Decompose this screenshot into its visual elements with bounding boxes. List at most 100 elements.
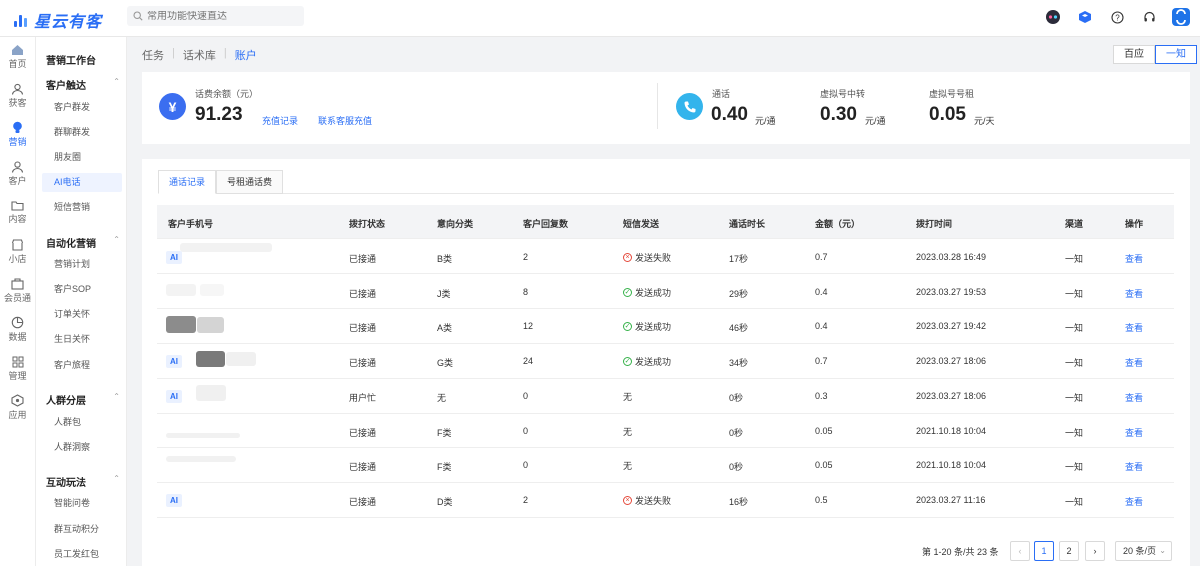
lightbulb-icon — [13, 121, 22, 133]
tab-scripts[interactable]: 话术库 — [183, 47, 216, 63]
rate-call-label: 通话 — [712, 89, 731, 99]
provider-yizhi-button[interactable]: 一知 — [1155, 45, 1197, 64]
redacted-phone — [166, 316, 196, 333]
nav-customer[interactable]: 客户 — [0, 154, 35, 193]
subtab-underline — [158, 193, 1174, 194]
menu-group-interaction[interactable]: 互动玩法 ⌃ — [46, 474, 120, 489]
rate-rent-value: 0.05 — [929, 104, 966, 125]
page-size-select[interactable]: 20 条/页 ⌄ — [1115, 541, 1172, 561]
global-search[interactable] — [127, 6, 304, 26]
tab-divider: | — [223, 47, 227, 59]
help-icon[interactable]: ? — [1106, 6, 1128, 28]
chevron-down-icon: ⌄ — [1159, 546, 1166, 555]
cell-channel: 一知 — [1065, 497, 1084, 507]
view-link[interactable]: 查看 — [1125, 321, 1143, 334]
menu-item-audience-insight[interactable]: 人群洞察 — [42, 438, 122, 457]
cell-intent: F类 — [437, 462, 452, 472]
check-circle-icon: ✓ — [623, 288, 632, 297]
cell-time: 2021.10.18 10:04 — [916, 426, 987, 436]
nav-apps[interactable]: 应用 — [0, 388, 35, 427]
provider-baiying-button[interactable]: 百应 — [1113, 45, 1155, 64]
cell-sms: × 发送失败 — [623, 251, 671, 264]
check-circle-icon: ✓ — [623, 357, 632, 366]
menu-item-marketing-plan[interactable]: 营销计划 — [42, 255, 122, 274]
nav-acquire[interactable]: 获客 — [0, 76, 35, 115]
view-link[interactable]: 查看 — [1125, 426, 1143, 439]
cube-icon[interactable] — [1074, 6, 1096, 28]
primary-nav: 首页 获客 营销 客户 内容 小店 会员通 数据 管理 应用 — [0, 37, 36, 566]
search-input[interactable] — [147, 10, 297, 22]
logo-text: 星云有客 — [34, 14, 103, 31]
redacted-phone — [196, 351, 225, 367]
tab-call-records[interactable]: 通话记录 — [158, 170, 217, 194]
menu-item-moments[interactable]: 朋友圈 — [42, 148, 122, 167]
menu-item-order-care[interactable]: 订单关怀 — [42, 305, 122, 324]
cell-sms: 无 — [623, 459, 632, 472]
next-page-button[interactable]: › — [1085, 541, 1105, 561]
menu-item-audience-pack[interactable]: 人群包 — [42, 413, 122, 432]
prev-page-button[interactable]: ‹ — [1010, 541, 1030, 561]
cell-sms: 无 — [623, 390, 632, 403]
cell-time: 2023.03.27 18:06 — [916, 391, 987, 401]
view-link[interactable]: 查看 — [1125, 356, 1143, 369]
contact-support-link[interactable]: 联系客服充值 — [318, 114, 372, 127]
nav-home[interactable]: 首页 — [0, 37, 35, 76]
cell-duration: 0秒 — [729, 428, 744, 438]
view-link[interactable]: 查看 — [1125, 495, 1143, 508]
menu-group-segmentation[interactable]: 人群分层 ⌃ — [46, 392, 120, 407]
menu-item-customer-broadcast[interactable]: 客户群发 — [42, 98, 122, 117]
provider-switch: 百应 一知 — [1113, 45, 1197, 64]
page-1-button[interactable]: 1 — [1034, 541, 1054, 561]
cell-intent: G类 — [437, 358, 454, 368]
nav-data[interactable]: 数据 — [0, 310, 35, 349]
robot-avatar-icon[interactable] — [1042, 6, 1064, 28]
rate-relay-unit: 元/通 — [865, 116, 886, 126]
menu-item-ai-call[interactable]: AI电话 — [42, 173, 122, 192]
nav-shop[interactable]: 小店 — [0, 232, 35, 271]
menu-item-group-broadcast[interactable]: 群聊群发 — [42, 123, 122, 142]
view-link[interactable]: 查看 — [1125, 460, 1143, 473]
nav-member[interactable]: 会员通 — [0, 271, 35, 310]
nav-manage[interactable]: 管理 — [0, 349, 35, 388]
menu-item-group-points[interactable]: 群互动积分 — [42, 520, 122, 539]
menu-group-automation[interactable]: 自动化营销 ⌃ — [46, 235, 120, 250]
top-bar: 星云有客 ? — [0, 0, 1200, 37]
menu-item-customer-sop[interactable]: 客户SOP — [42, 280, 122, 299]
tab-account[interactable]: 账户 — [235, 47, 257, 63]
menu-item-red-packet[interactable]: 员工发红包 — [42, 545, 122, 564]
app-switch-icon[interactable] — [1170, 6, 1192, 28]
redacted-phone — [196, 385, 226, 401]
menu-item-birthday-care[interactable]: 生日关怀 — [42, 330, 122, 349]
menu-item-sms-marketing[interactable]: 短信营销 — [42, 198, 122, 217]
nav-marketing[interactable]: 营销 — [0, 115, 35, 154]
cell-amount: 0.05 — [815, 460, 833, 470]
cell-intent: A类 — [437, 323, 453, 333]
row-divider — [157, 413, 1174, 414]
menu-title: 营销工作台 — [46, 56, 96, 67]
divider — [657, 83, 658, 129]
view-link[interactable]: 查看 — [1125, 391, 1143, 404]
cell-intent: F类 — [437, 428, 452, 438]
col-duration: 通话时长 — [729, 219, 766, 229]
cell-amount: 0.4 — [815, 287, 828, 297]
secondary-menu: 营销工作台 客户触达 ⌃ 客户群发 群聊群发 朋友圈 AI电话 短信营销 自动化营… — [36, 37, 127, 566]
nav-content[interactable]: 内容 — [0, 193, 35, 232]
sms-status-text: 发送失败 — [635, 496, 672, 506]
recharge-history-link[interactable]: 充值记录 — [262, 114, 298, 127]
logo[interactable]: 星云有客 — [12, 8, 102, 32]
page-tabs: 任务 | 话术库 | 账户 — [142, 47, 257, 63]
pagination-summary: 第 1-20 条/共 23 条 — [922, 547, 999, 557]
view-link[interactable]: 查看 — [1125, 252, 1143, 265]
menu-item-customer-journey[interactable]: 客户旅程 — [42, 356, 122, 375]
menu-group-reach[interactable]: 客户触达 ⌃ — [46, 77, 120, 92]
ai-badge: AI — [166, 355, 182, 368]
page-2-button[interactable]: 2 — [1059, 541, 1079, 561]
tab-rental-fees[interactable]: 号租通话费 — [216, 170, 284, 194]
menu-item-survey[interactable]: 智能问卷 — [42, 494, 122, 513]
view-link[interactable]: 查看 — [1125, 287, 1143, 300]
tab-tasks[interactable]: 任务 — [142, 47, 164, 63]
yuan-icon: ¥ — [159, 93, 186, 120]
headset-icon[interactable] — [1138, 6, 1160, 28]
cell-channel: 一知 — [1065, 289, 1084, 299]
cell-intent: B类 — [437, 254, 453, 264]
